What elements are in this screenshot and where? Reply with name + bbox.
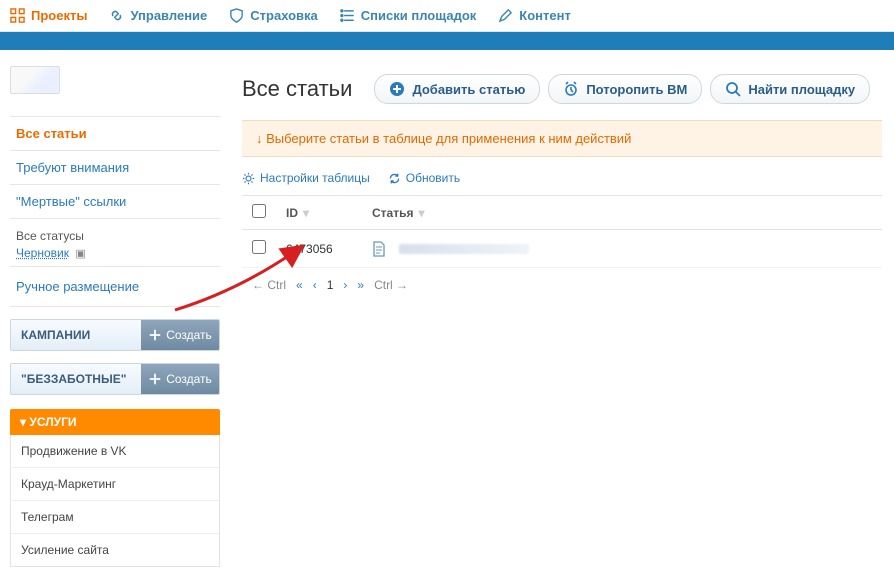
create-campaign-button[interactable]: Создать: [141, 320, 219, 350]
status-draft-link[interactable]: Черновик: [16, 246, 69, 260]
article-title-redacted: [399, 244, 529, 254]
page-first-button[interactable]: «: [296, 278, 303, 292]
plus-circle-icon: [389, 81, 405, 97]
add-article-button[interactable]: Добавить статью: [374, 74, 540, 104]
create-carefree-button[interactable]: Создать: [141, 364, 219, 394]
topnav-label: Контент: [519, 8, 571, 23]
hurry-button[interactable]: Поторопить ВМ: [548, 74, 702, 104]
table-row[interactable]: 6473056: [242, 230, 882, 268]
find-site-button[interactable]: Найти площадку: [710, 74, 870, 104]
service-crowd[interactable]: Крауд-Маркетинг: [11, 468, 219, 501]
panel-label: КАМПАНИИ: [11, 320, 141, 350]
shield-icon: [229, 8, 244, 23]
service-boost[interactable]: Усиление сайта: [11, 534, 219, 566]
page-number: 1: [327, 278, 334, 292]
page-header-row: Все статьи Добавить статью Поторопить ВМ…: [242, 74, 882, 104]
table-toolbar: Настройки таблицы Обновить: [242, 167, 882, 195]
topnav-lists[interactable]: Списки площадок: [340, 8, 477, 23]
select-all-checkbox[interactable]: [252, 204, 266, 218]
col-id-header[interactable]: ID ▾: [286, 206, 372, 220]
tool-label: Обновить: [406, 171, 460, 185]
sidebar-item-manual[interactable]: Ручное размещение: [10, 267, 220, 307]
alarm-icon: [563, 81, 579, 97]
page-prev-button[interactable]: ‹: [313, 278, 317, 292]
gear-icon: [242, 172, 255, 185]
ctrl-right-hint: Ctrl →: [374, 278, 408, 292]
sidebar-item-all-articles[interactable]: Все статьи: [10, 117, 220, 151]
topnav-label: Проекты: [31, 8, 87, 23]
page-next-button[interactable]: ›: [343, 278, 347, 292]
document-icon: [372, 241, 386, 257]
tool-label: Настройки таблицы: [260, 171, 370, 185]
topnav-projects[interactable]: Проекты: [10, 8, 87, 23]
refresh-icon: [388, 172, 401, 185]
grid-icon: [10, 8, 25, 23]
row-checkbox[interactable]: [252, 240, 266, 254]
status-title: Все статусы: [16, 229, 214, 243]
services-header[interactable]: ▾ УСЛУГИ: [10, 409, 220, 435]
page-last-button[interactable]: »: [357, 278, 364, 292]
tag-icon: ▣: [75, 248, 85, 260]
sidebar-nav: Все статьи Требуют внимания "Мертвые" сс…: [10, 116, 220, 219]
list-icon: [340, 8, 355, 23]
button-label: Добавить статью: [412, 82, 525, 97]
panel-label: "БЕЗЗАБОТНЫЕ": [11, 364, 141, 394]
main-content: Все статьи Добавить статью Поторопить ВМ…: [230, 50, 894, 577]
topnav-label: Управление: [130, 8, 207, 23]
pencil-icon: [498, 8, 513, 23]
action-buttons: Добавить статью Поторопить ВМ Найти площ…: [374, 74, 870, 104]
sidebar-item-dead-links[interactable]: "Мертвые" ссылки: [10, 185, 220, 219]
button-label: Найти площадку: [748, 82, 855, 97]
service-vk[interactable]: Продвижение в VK: [11, 435, 219, 468]
create-label: Создать: [166, 372, 212, 386]
col-article-header[interactable]: Статья ▾: [372, 206, 872, 220]
topnav-insurance[interactable]: Страховка: [229, 8, 318, 23]
avatar[interactable]: [10, 66, 60, 94]
plus-icon: [148, 328, 162, 342]
col-label: ID: [286, 206, 298, 220]
services-list: Продвижение в VK Крауд-Маркетинг Телегра…: [10, 435, 220, 567]
plus-icon: [148, 372, 162, 386]
refresh-link[interactable]: Обновить: [388, 171, 460, 185]
topnav-label: Списки площадок: [361, 8, 477, 23]
button-label: Поторопить ВМ: [586, 82, 687, 97]
create-label: Создать: [166, 328, 212, 342]
service-telegram[interactable]: Телеграм: [11, 501, 219, 534]
topnav-content[interactable]: Контент: [498, 8, 571, 23]
sidebar-item-attention[interactable]: Требуют внимания: [10, 151, 220, 185]
warning-bar: ↓ Выберите статьи в таблице для применен…: [242, 120, 882, 157]
topnav-label: Страховка: [250, 8, 318, 23]
status-block: Все статусы Черновик ▣: [10, 219, 220, 267]
search-icon: [725, 81, 741, 97]
sidebar: Все статьи Требуют внимания "Мертвые" сс…: [0, 50, 230, 577]
table-header: ID ▾ Статья ▾: [242, 195, 882, 230]
funnel-icon[interactable]: ▾: [418, 206, 424, 220]
ctrl-left-hint: ← Ctrl: [252, 278, 286, 292]
top-nav: Проекты Управление Страховка Списки площ…: [0, 0, 894, 32]
row-article: [372, 241, 872, 257]
row-id: 6473056: [286, 242, 372, 256]
topnav-manage[interactable]: Управление: [109, 8, 207, 23]
link-icon: [109, 8, 124, 23]
page-title: Все статьи: [242, 76, 352, 102]
pagination: ← Ctrl « ‹ 1 › » Ctrl →: [242, 268, 882, 302]
col-label: Статья: [372, 206, 413, 220]
table-settings-link[interactable]: Настройки таблицы: [242, 171, 370, 185]
blue-bar: [0, 32, 894, 50]
panel-campaigns: КАМПАНИИ Создать: [10, 319, 220, 351]
funnel-icon[interactable]: ▾: [303, 206, 309, 220]
panel-carefree: "БЕЗЗАБОТНЫЕ" Создать: [10, 363, 220, 395]
